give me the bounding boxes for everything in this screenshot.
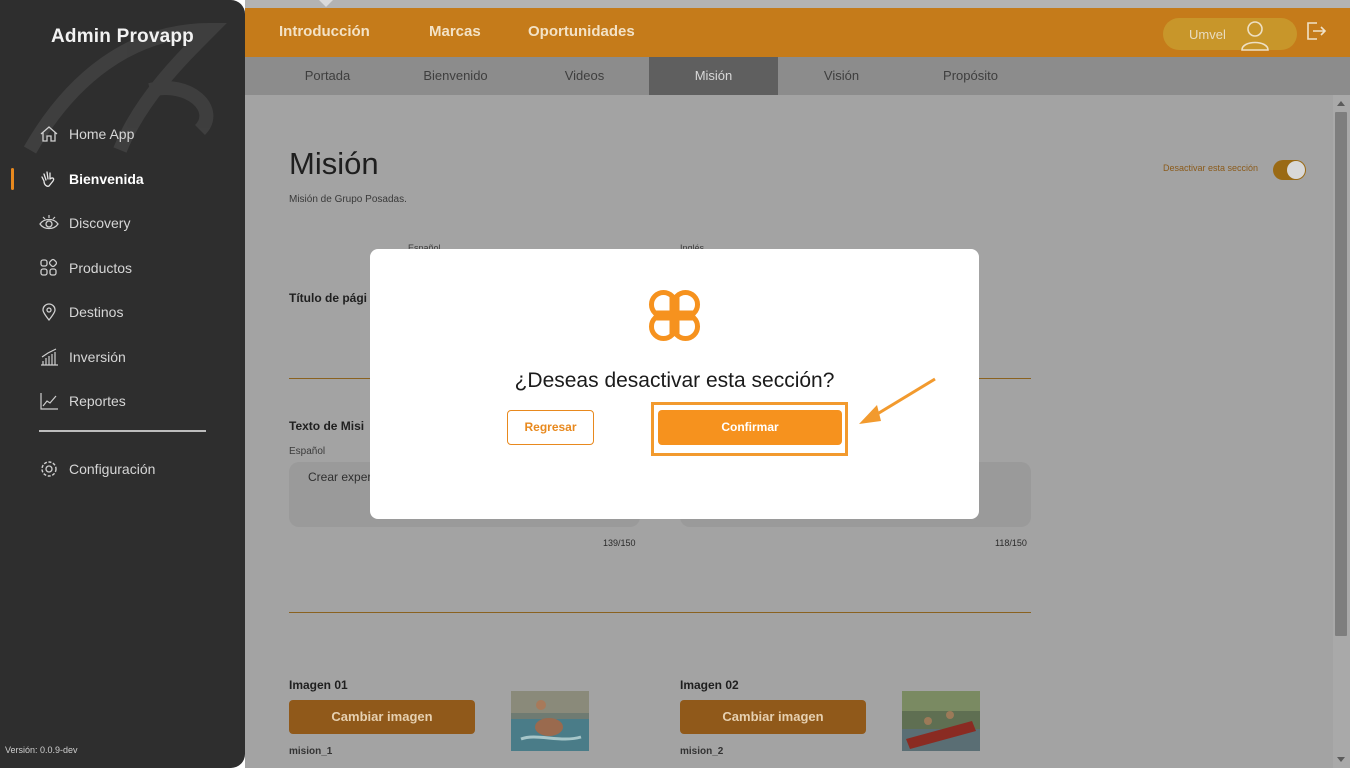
char-counter-es: 139/150 bbox=[603, 538, 636, 548]
sidebar-item-label: Bienvenida bbox=[69, 170, 144, 187]
sidebar-item-bienvenida[interactable]: Bienvenida bbox=[0, 157, 245, 202]
clover-logo-icon bbox=[649, 290, 700, 341]
confirm-button[interactable]: Confirmar bbox=[658, 410, 842, 445]
bar-chart-icon bbox=[39, 347, 59, 367]
subtab-mision[interactable]: Misión bbox=[649, 57, 778, 95]
sidebar-item-label: Discovery bbox=[69, 215, 131, 232]
toggle-knob bbox=[1287, 161, 1305, 179]
active-tab-caret bbox=[319, 0, 333, 7]
wave-hand-icon bbox=[39, 169, 59, 189]
sidebar-item-label: Inversión bbox=[69, 348, 126, 365]
sidebar-item-productos[interactable]: Productos bbox=[0, 246, 245, 291]
scroll-thumb[interactable] bbox=[1335, 112, 1347, 636]
user-menu[interactable]: Umvel bbox=[1163, 18, 1297, 51]
scroll-down-arrow[interactable] bbox=[1337, 757, 1345, 762]
top-strip bbox=[245, 0, 1366, 8]
back-button[interactable]: Regresar bbox=[507, 410, 594, 445]
change-image1-button[interactable]: Cambiar imagen bbox=[289, 700, 475, 734]
sidebar-item-label: Destinos bbox=[69, 304, 124, 321]
sidebar-item-reportes[interactable]: Reportes bbox=[0, 379, 245, 424]
user-avatar-icon bbox=[1241, 21, 1269, 51]
logout-icon[interactable] bbox=[1305, 20, 1327, 42]
top-nav: Introducción Marcas Oportunidades Umvel bbox=[245, 0, 1350, 57]
gear-icon bbox=[39, 459, 59, 479]
char-counter-en: 118/150 bbox=[995, 538, 1027, 548]
tab-oportunidades[interactable]: Oportunidades bbox=[528, 23, 635, 40]
tab-marcas[interactable]: Marcas bbox=[429, 23, 481, 40]
sidebar-item-label: Productos bbox=[69, 259, 133, 276]
image2-filename: mision_2 bbox=[680, 746, 724, 757]
subtab-bienvenido[interactable]: Bienvenido bbox=[391, 57, 520, 95]
image2-thumbnail bbox=[902, 691, 980, 751]
tab-introduccion[interactable]: Introducción bbox=[279, 23, 370, 40]
sidebar: Admin Provapp Home App Bienvenida Discov… bbox=[0, 0, 245, 768]
sidebar-item-home-app[interactable]: Home App bbox=[0, 112, 245, 157]
image2-label: Imagen 02 bbox=[680, 678, 739, 692]
home-icon bbox=[39, 124, 59, 144]
image1-label: Imagen 01 bbox=[289, 678, 348, 692]
mission-text-label: Texto de Misi bbox=[289, 419, 365, 433]
mission-text-lang: Español bbox=[289, 446, 326, 457]
user-name: Umvel bbox=[1189, 27, 1226, 42]
brand-title: Admin Provapp bbox=[50, 26, 194, 47]
sidebar-config: Configuración bbox=[0, 447, 245, 492]
change-image2-button[interactable]: Cambiar imagen bbox=[680, 700, 866, 734]
window-edge bbox=[1350, 0, 1366, 768]
page-subtitle: Misión de Grupo Posadas. bbox=[289, 194, 407, 205]
eye-icon bbox=[39, 213, 59, 233]
page-title-field-label: Título de pági bbox=[289, 291, 367, 305]
sidebar-divider bbox=[39, 430, 206, 432]
scroll-up-arrow[interactable] bbox=[1337, 101, 1345, 106]
subtab-vision[interactable]: Visión bbox=[777, 57, 906, 95]
annotation-arrow-icon bbox=[859, 377, 936, 424]
sidebar-item-discovery[interactable]: Discovery bbox=[0, 201, 245, 246]
sub-tabs: Portada Bienvenido Videos Misión Visión … bbox=[245, 57, 1350, 95]
sidebar-item-inversion[interactable]: Inversión bbox=[0, 335, 245, 380]
sidebar-item-destinos[interactable]: Destinos bbox=[0, 290, 245, 335]
subtab-portada[interactable]: Portada bbox=[263, 57, 392, 95]
subtab-proposito[interactable]: Propósito bbox=[906, 57, 1035, 95]
image1-filename: mision_1 bbox=[289, 746, 333, 757]
sidebar-item-label: Home App bbox=[69, 126, 135, 143]
grid-icon bbox=[39, 258, 59, 278]
image1-thumbnail bbox=[511, 691, 589, 751]
sidebar-nav: Home App Bienvenida Discovery Productos bbox=[0, 112, 245, 424]
sidebar-item-label: Reportes bbox=[69, 393, 126, 410]
section-toggle[interactable] bbox=[1273, 160, 1306, 180]
section-divider bbox=[289, 612, 1031, 613]
sidebar-item-label: Configuración bbox=[69, 461, 156, 478]
line-chart-icon bbox=[39, 391, 59, 411]
subtab-videos[interactable]: Videos bbox=[520, 57, 649, 95]
version-text: Versión: 0.0.9-dev bbox=[5, 745, 78, 755]
toggle-label: Desactivar esta sección bbox=[1163, 163, 1259, 173]
scrollbar[interactable] bbox=[1333, 95, 1350, 768]
app-root: Admin Provapp Home App Bienvenida Discov… bbox=[0, 0, 1366, 768]
page-title: Misión bbox=[289, 146, 379, 181]
location-pin-icon bbox=[39, 302, 59, 322]
sidebar-item-configuracion[interactable]: Configuración bbox=[0, 447, 245, 492]
